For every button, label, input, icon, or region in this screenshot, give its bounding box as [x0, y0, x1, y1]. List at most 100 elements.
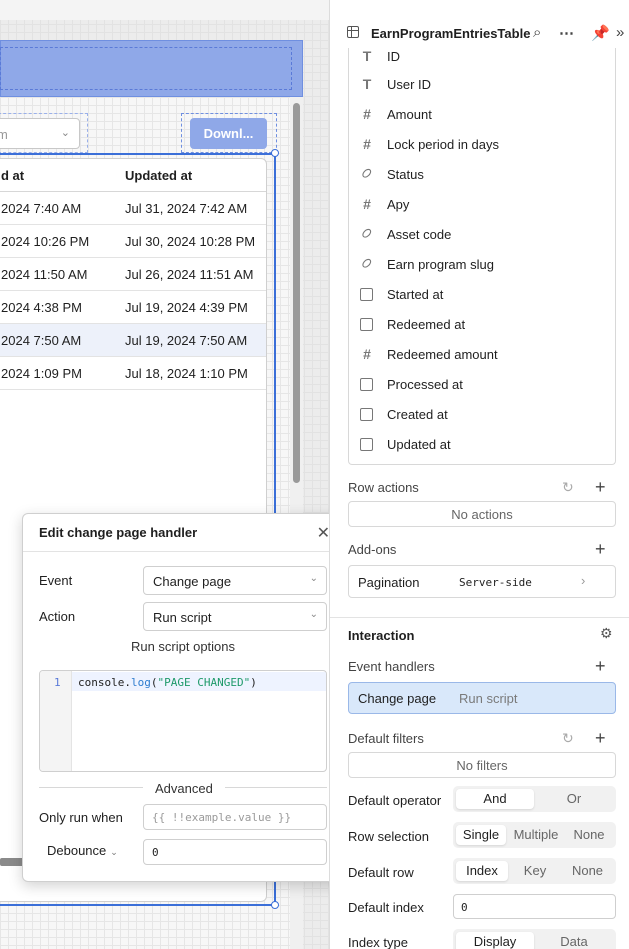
advanced-heading: Advanced — [143, 781, 225, 796]
event-handler-event: Change page — [358, 691, 437, 706]
run-script-options-heading: Run script options — [130, 639, 236, 654]
refresh-icon[interactable]: ↻ — [562, 730, 574, 747]
tag-icon: ⬭ — [358, 254, 376, 272]
action-select-value: Run script — [153, 610, 212, 625]
column-label: Processed at — [387, 377, 463, 392]
close-icon[interactable]: ✕ — [317, 523, 330, 543]
add-addon-button[interactable]: + — [595, 540, 606, 558]
hash-icon: # — [363, 346, 371, 362]
collapse-icon[interactable]: » — [616, 24, 624, 41]
code-token: "PAGE CHANGED" — [157, 676, 251, 689]
add-filter-button[interactable]: + — [595, 729, 606, 747]
default-filters-empty: No filters — [348, 752, 616, 778]
add-row-action-button[interactable]: + — [595, 478, 606, 496]
calendar-icon — [360, 438, 373, 451]
default-index-label: Default index — [348, 900, 424, 915]
index-type-option-display[interactable]: Display — [456, 932, 534, 949]
row-selection-label: Row selection — [348, 829, 429, 844]
line-number: 1 — [54, 676, 61, 689]
dialog-header: Edit change page handler ✕ — [23, 514, 342, 552]
more-icon[interactable]: ⋯ — [559, 24, 574, 42]
default-filters-title: Default filters — [348, 731, 424, 746]
code-token: log — [130, 676, 151, 689]
hash-icon: # — [363, 196, 371, 212]
action-label: Action — [39, 609, 76, 624]
canvas-scrollbar-thumb[interactable] — [293, 103, 300, 483]
event-label: Event — [39, 573, 73, 588]
event-handler-action: Run script — [459, 691, 518, 706]
inspector-header: EarnProgramEntriesTable ⌕ ⋯ 📌 » — [330, 0, 629, 48]
column-label: Asset code — [387, 227, 452, 242]
operator-option-or[interactable]: Or — [535, 789, 613, 809]
calendar-icon — [360, 378, 373, 391]
row-selection-toggle[interactable]: Single Multiple None — [453, 822, 616, 848]
default-index-value: 0 — [461, 901, 468, 914]
only-run-when-placeholder: {{ !!example.value }} — [152, 811, 292, 824]
interaction-title: Interaction — [348, 628, 415, 643]
resize-handle[interactable] — [271, 149, 279, 157]
debounce-input[interactable]: 0 — [143, 839, 327, 865]
default-operator-toggle[interactable]: And Or — [453, 786, 616, 812]
row-option-index[interactable]: Index — [456, 861, 508, 881]
addon-name: Pagination — [358, 575, 420, 590]
header-drop-zone — [0, 47, 292, 90]
debounce-dropdown[interactable]: Debounce ⌄ — [47, 843, 118, 858]
table-icon — [347, 26, 359, 38]
filter-select-placeholder: m — [0, 127, 8, 142]
column-label: Redeemed at — [387, 317, 466, 332]
chevron-down-icon: ⌄ — [110, 847, 118, 857]
addons-title: Add-ons — [348, 542, 397, 557]
inspector-panel: EarnProgramEntriesTable ⌕ ⋯ 📌 » T ID T Use… — [329, 0, 629, 949]
calendar-icon — [360, 288, 373, 301]
column-label: Updated at — [387, 437, 451, 452]
index-type-label: Index type — [348, 935, 408, 949]
column-label: User ID — [387, 77, 432, 92]
chevron-down-icon: ⌄ — [60, 127, 70, 139]
row-actions-empty: No actions — [348, 501, 616, 527]
code-token: ) — [250, 676, 257, 689]
component-name[interactable]: EarnProgramEntriesTable — [371, 26, 530, 41]
container-header[interactable] — [0, 40, 303, 97]
settings-sliders-icon[interactable]: ⚙ — [600, 625, 613, 642]
edit-handler-dialog: Edit change page handler ✕ Event Change … — [22, 513, 343, 882]
add-event-handler-button[interactable]: + — [595, 657, 606, 675]
index-type-toggle[interactable]: Display Data — [453, 929, 616, 949]
event-select[interactable]: Change page ⌄ — [143, 566, 327, 595]
chevron-down-icon: ⌄ — [309, 609, 318, 620]
column-label: Earn program slug — [387, 257, 494, 272]
calendar-icon — [360, 318, 373, 331]
action-select[interactable]: Run script ⌄ — [143, 602, 327, 631]
code-token: . — [124, 676, 131, 689]
row-option-none[interactable]: None — [562, 861, 613, 881]
section-divider — [330, 617, 629, 618]
column-label: Apy — [387, 197, 410, 212]
text-icon: T — [362, 76, 372, 92]
default-index-input[interactable]: 0 — [453, 894, 616, 919]
pagination-addon[interactable]: Pagination Server-side › — [348, 565, 616, 598]
selection-option-multiple[interactable]: Multiple — [508, 825, 564, 845]
only-run-when-input[interactable]: {{ !!example.value }} — [143, 804, 327, 830]
default-operator-label: Default operator — [348, 793, 442, 808]
selection-option-single[interactable]: Single — [456, 825, 506, 845]
column-label: Started at — [387, 287, 444, 302]
default-row-toggle[interactable]: Index Key None — [453, 858, 616, 884]
operator-option-and[interactable]: And — [456, 789, 534, 809]
only-run-when-label: Only run when — [39, 810, 123, 825]
script-editor[interactable]: 1 console.log("PAGE CHANGED") — [39, 670, 327, 772]
event-handler-item[interactable]: Change page Run script — [348, 682, 616, 714]
debounce-label: Debounce — [47, 843, 107, 858]
search-icon[interactable]: ⌕ — [533, 24, 541, 41]
resize-handle[interactable] — [271, 901, 279, 909]
filter-select[interactable]: m ⌄ — [0, 118, 80, 149]
index-type-option-data[interactable]: Data — [535, 932, 613, 949]
column-label: Redeemed amount — [387, 347, 498, 362]
row-option-key[interactable]: Key — [510, 861, 560, 881]
pin-icon[interactable]: 📌 — [591, 24, 610, 42]
column-label: Amount — [387, 107, 432, 122]
refresh-icon[interactable]: ↻ — [562, 479, 574, 496]
download-button[interactable]: Downl... — [190, 118, 267, 149]
addon-value: Server-side — [459, 576, 532, 589]
selection-option-none[interactable]: None — [565, 825, 613, 845]
column-label: Lock period in days — [387, 137, 500, 152]
column-label: Created at — [387, 407, 448, 422]
